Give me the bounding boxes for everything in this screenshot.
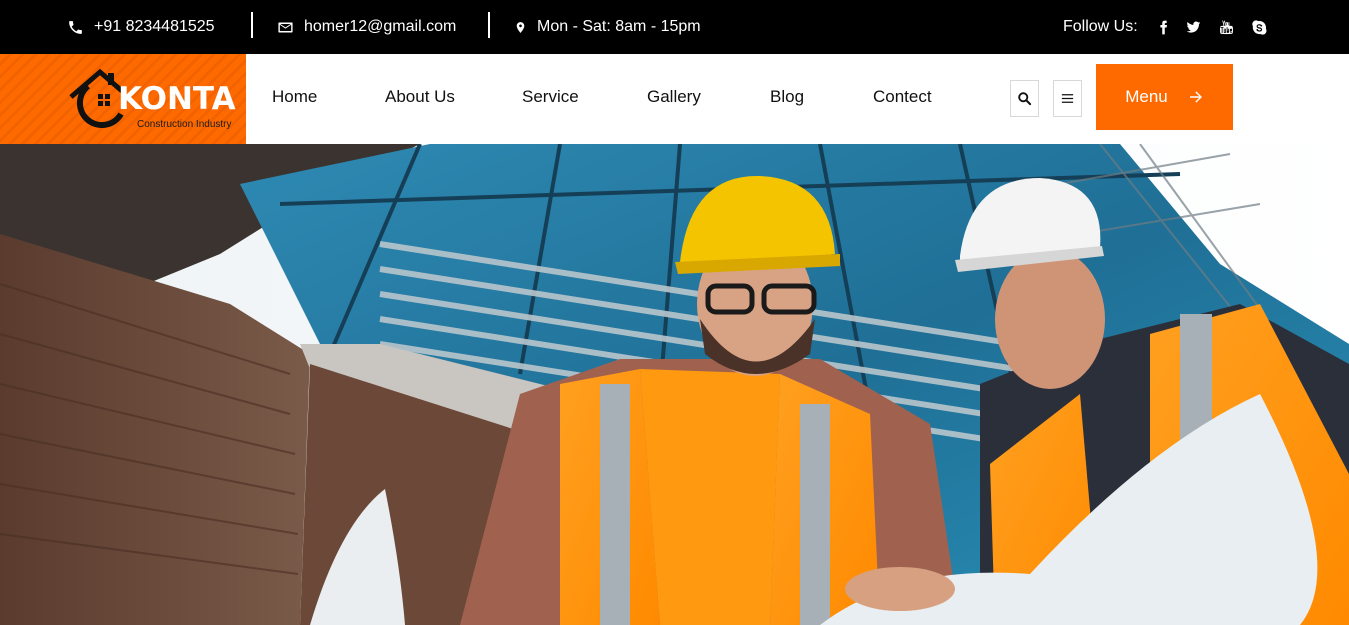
search-icon [1018,92,1032,106]
menu-button-label: Menu [1125,87,1168,106]
main-header: KONTA Construction Industry Home About U… [0,54,1349,144]
map-pin-icon [516,21,525,33]
hamburger-icon [1061,94,1074,103]
construction-workers-illustration [0,144,1349,625]
brand-logo[interactable]: KONTA Construction Industry [0,54,246,144]
opening-hours: Mon - Sat: 8am - 15pm [514,0,701,54]
phone-number: +91 8234481525 [94,18,215,35]
phone-contact[interactable]: +91 8234481525 [67,0,215,54]
divider [488,12,490,38]
nav-blog[interactable]: Blog [770,87,804,107]
phone-icon [69,20,82,34]
search-button[interactable] [1010,80,1039,117]
hero-image [0,144,1349,625]
nav-about-us[interactable]: About Us [385,87,455,107]
envelope-icon [278,22,293,32]
youtube-icon[interactable] [1218,19,1234,35]
nav-contact[interactable]: Contect [873,87,932,107]
skype-icon[interactable] [1251,19,1267,35]
nav-home[interactable]: Home [272,87,317,107]
divider [251,12,253,38]
nav-gallery[interactable]: Gallery [647,87,701,107]
email-contact[interactable]: homer12@gmail.com [277,0,456,54]
menu-button[interactable]: Menu [1096,64,1233,130]
brand-tagline: Construction Industry [137,119,232,130]
nav-service[interactable]: Service [522,87,579,107]
facebook-icon[interactable] [1155,19,1171,35]
top-bar: +91 8234481525 homer12@gmail.com Mon - S… [0,0,1349,54]
arrow-right-icon [1189,91,1202,103]
twitter-icon[interactable] [1185,19,1201,35]
email-address: homer12@gmail.com [304,18,457,35]
follow-us-label: Follow Us: [1063,18,1138,35]
hamburger-button[interactable] [1053,80,1082,117]
hours-text: Mon - Sat: 8am - 15pm [537,18,701,35]
brand-name: KONTA [118,81,236,117]
